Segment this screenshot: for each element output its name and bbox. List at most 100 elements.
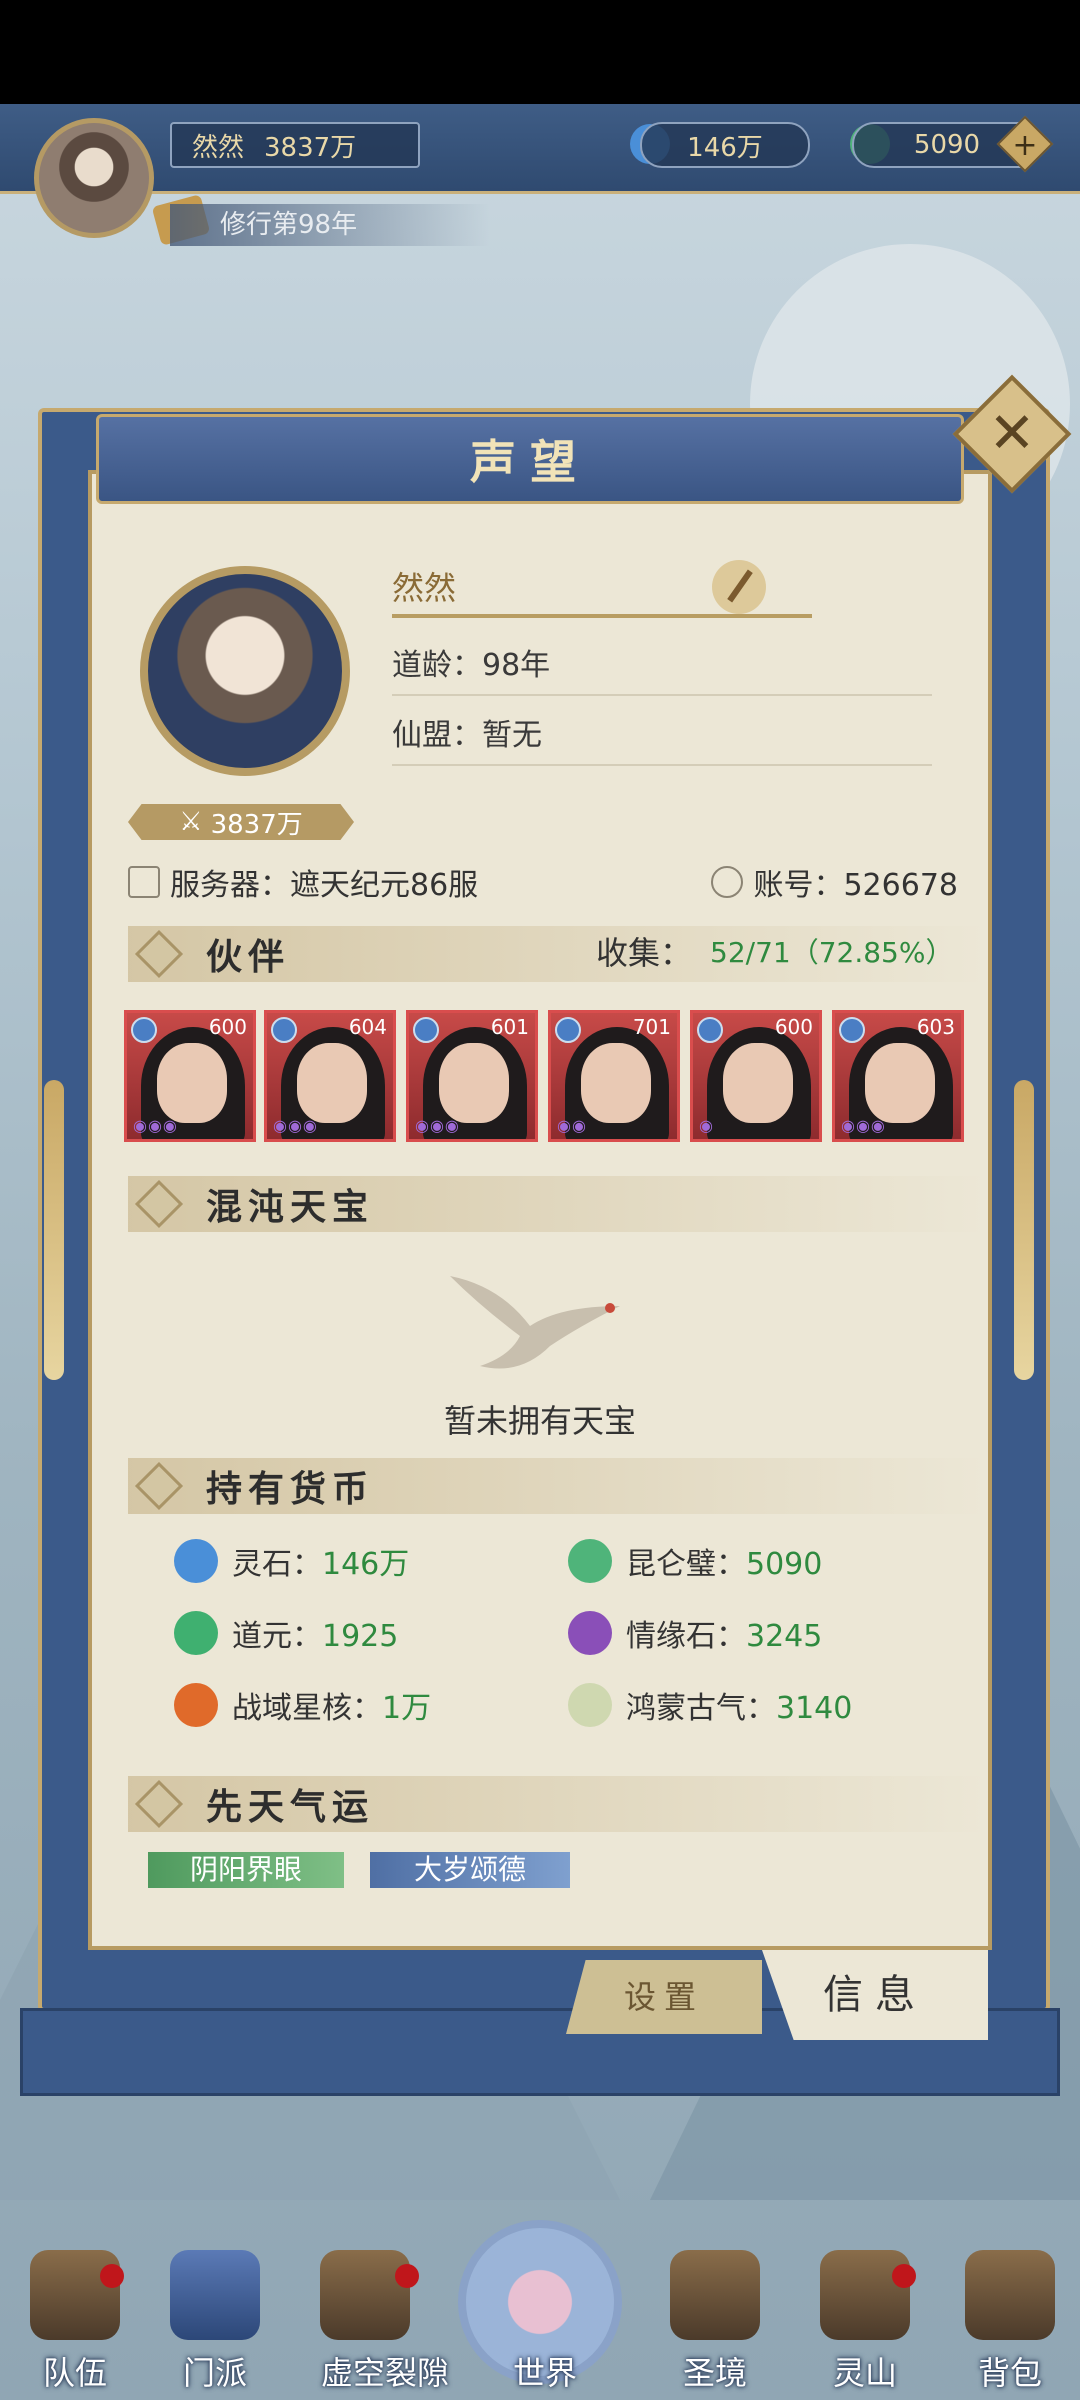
panel-title: 声望 — [470, 435, 590, 489]
treasure-title: 混沌天宝 — [206, 1186, 375, 1228]
cultivation-year: 修行第98年 — [170, 204, 490, 246]
nav-label: 虚空裂隙 — [320, 2354, 449, 2392]
partner-face — [297, 1043, 367, 1123]
partner-level: 604 — [348, 1015, 387, 1039]
partner-card[interactable]: 600 ◉◉◉ — [124, 1010, 256, 1142]
element-icon — [555, 1017, 581, 1043]
close-icon: ✕ — [988, 401, 1036, 466]
nav-icon — [820, 2250, 910, 2340]
sword-icon: ⚔ — [179, 807, 203, 837]
profile-avatar — [140, 566, 350, 776]
nav-label: 灵山 — [832, 2354, 897, 2392]
power-badge: ⚔ 3837万 — [128, 804, 354, 840]
partner-card[interactable]: 600 ◉ — [690, 1010, 822, 1142]
partners-title: 伙伴 — [206, 936, 291, 978]
currency-amount: 3140 — [776, 1691, 853, 1726]
nav-item[interactable]: 虚空裂隙 — [300, 2250, 470, 2400]
partner-level: 601 — [490, 1015, 529, 1039]
currency-icon — [568, 1539, 612, 1583]
currency-label: 情缘石： — [626, 1619, 746, 1654]
currency-item: 战域星核：1万 — [174, 1680, 431, 1730]
jade-value: 5090 — [913, 130, 981, 160]
partner-stars: ◉◉◉ — [133, 1116, 178, 1135]
currency-amount: 1925 — [322, 1619, 399, 1654]
player-info-box: 然然 3837万 — [170, 122, 420, 168]
diamond-icon — [134, 1179, 184, 1229]
nav-item[interactable]: 背包 — [945, 2250, 1075, 2400]
collection-progress: 收集： 52/71（72.85%） — [596, 928, 953, 974]
power-value: 3837万 — [264, 132, 357, 163]
fortune-header: 先天气运 — [128, 1776, 988, 1832]
nav-item[interactable]: 圣境 — [650, 2250, 780, 2400]
partner-card[interactable]: 701 ◉◉ — [548, 1010, 680, 1142]
player-avatar[interactable] — [34, 118, 154, 238]
currency-item: 情缘石：3245 — [568, 1608, 822, 1658]
partner-card[interactable]: 604 ◉◉◉ — [264, 1010, 396, 1142]
element-icon — [413, 1017, 439, 1043]
element-icon — [271, 1017, 297, 1043]
partner-face — [723, 1043, 793, 1123]
currency-title: 持有货币 — [206, 1468, 375, 1510]
diamond-icon — [134, 1461, 184, 1511]
currency-label: 战域星核： — [232, 1691, 382, 1726]
player-name: 然然 — [192, 132, 245, 163]
currency-item: 昆仑璧：5090 — [568, 1536, 822, 1586]
currency-icon — [568, 1683, 612, 1727]
plus-icon: + — [1012, 127, 1038, 163]
partner-face — [865, 1043, 935, 1123]
element-icon — [131, 1017, 157, 1043]
nav-item[interactable]: 门派 — [150, 2250, 280, 2400]
nav-icon — [965, 2250, 1055, 2340]
alliance: 仙盟：暂无 — [392, 706, 932, 766]
currency-label: 灵石： — [232, 1547, 322, 1582]
server-icon — [128, 866, 160, 898]
currency-item: 灵石：146万 — [174, 1536, 409, 1586]
edit-name-icon[interactable] — [712, 560, 766, 614]
diamond-icon — [134, 1779, 184, 1829]
nav-icon — [670, 2250, 760, 2340]
crane-icon — [450, 1276, 620, 1369]
spirit-stone-value: 146万 — [687, 132, 763, 163]
currency-amount: 5090 — [746, 1547, 823, 1582]
nav-icon — [320, 2250, 410, 2340]
partner-card[interactable]: 601 ◉◉◉ — [406, 1010, 538, 1142]
server-account-row: 服务器：遮天纪元86服 账号：526678 — [128, 856, 958, 908]
tab-info[interactable]: 信息 — [762, 1950, 988, 2040]
partner-face — [439, 1043, 509, 1123]
currency-icon — [174, 1539, 218, 1583]
collect-label: 收集： — [596, 934, 693, 972]
currency-item: 鸿蒙古气：3140 — [568, 1680, 852, 1730]
notification-dot — [892, 2264, 916, 2288]
no-treasure-text: 暂未拥有天宝 — [443, 1402, 636, 1440]
nav-label: 世界 — [512, 2354, 577, 2392]
partner-level: 701 — [632, 1015, 671, 1039]
currency-label: 昆仑璧： — [626, 1547, 746, 1582]
collect-value: 52/71（72.85%） — [710, 936, 954, 969]
account-icon — [711, 866, 744, 898]
diamond-icon — [134, 929, 184, 979]
account-info: 账号：526678 — [753, 868, 958, 903]
currency-icon — [568, 1611, 612, 1655]
tassel-decoration — [44, 1080, 64, 1380]
notification-dot — [100, 2264, 124, 2288]
server-info: 服务器：遮天纪元86服 — [170, 868, 479, 903]
nav-icon — [30, 2250, 120, 2340]
partner-stars: ◉◉◉ — [415, 1116, 460, 1135]
currency-header: 持有货币 — [128, 1458, 988, 1514]
fortune-tag[interactable]: 大岁颂德 — [370, 1852, 570, 1888]
nav-item[interactable]: 世界 — [480, 2250, 610, 2400]
fortune-tag[interactable]: 阴阳界眼 — [148, 1852, 344, 1888]
partner-stars: ◉ — [699, 1116, 714, 1135]
partner-card[interactable]: 603 ◉◉◉ — [832, 1010, 964, 1142]
nav-label: 背包 — [977, 2354, 1042, 2392]
currency-item: 道元：1925 — [174, 1608, 398, 1658]
nav-label: 队伍 — [42, 2354, 107, 2392]
currency-label: 鸿蒙古气： — [626, 1691, 776, 1726]
partner-stars: ◉◉ — [557, 1116, 587, 1135]
currency-amount: 3245 — [746, 1619, 823, 1654]
panel-title-banner: 声望 — [96, 414, 964, 504]
spirit-stone-counter[interactable]: 146万 — [640, 122, 810, 168]
tab-settings[interactable]: 设置 — [566, 1960, 762, 2034]
dao-age: 道龄：98年 — [392, 636, 932, 696]
partner-stars: ◉◉◉ — [841, 1116, 886, 1135]
